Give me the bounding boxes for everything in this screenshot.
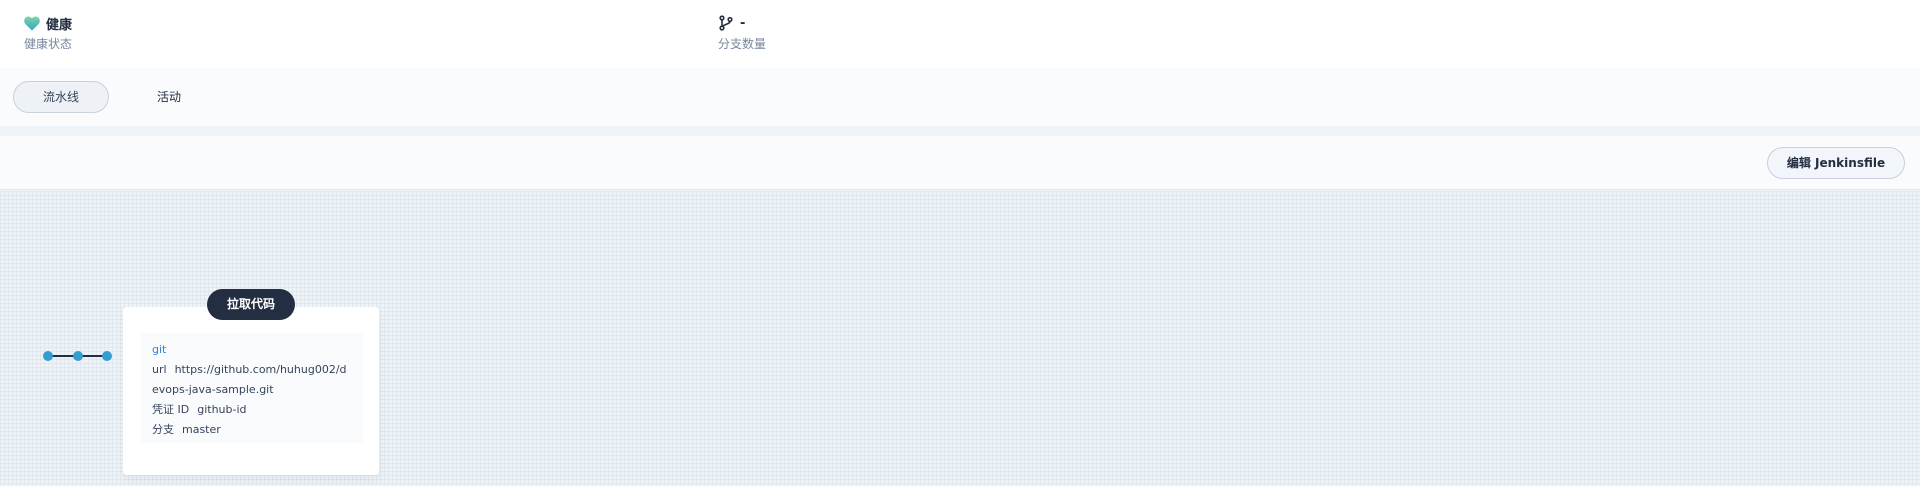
tab-bar: 流水线 活动 xyxy=(0,68,1920,126)
pipeline-canvas: 拉取代码 git url https://github.com/huhug002/… xyxy=(0,191,1920,486)
step-git[interactable]: git url https://github.com/huhug002/devop… xyxy=(141,333,363,443)
step-name[interactable]: git xyxy=(152,340,352,360)
param-value: github-id xyxy=(197,403,247,416)
end-node-dot xyxy=(102,351,112,361)
pipeline-start-connector xyxy=(43,351,112,361)
param-key: 凭证 ID xyxy=(152,403,190,416)
param-value: https://github.com/huhug002/devops-java-… xyxy=(152,363,347,396)
branch-label: 分支数量 xyxy=(718,37,767,51)
health-label: 健康状态 xyxy=(24,37,73,51)
start-node-dot xyxy=(43,351,53,361)
health-stat: 健康 健康状态 xyxy=(24,14,72,52)
stats-bar: 健康 健康状态 - 分支数量 xyxy=(0,0,1920,68)
param-key: 分支 xyxy=(152,423,174,436)
edit-jenkinsfile-button[interactable]: 编辑 Jenkinsfile xyxy=(1767,147,1905,179)
tab-activity[interactable]: 活动 xyxy=(130,81,208,113)
heart-icon xyxy=(24,16,40,31)
step-param-url: url https://github.com/huhug002/devops-ja… xyxy=(152,360,352,400)
branch-stat: - 分支数量 xyxy=(718,14,766,52)
param-value: master xyxy=(182,423,221,436)
step-param-branch: 分支 master xyxy=(152,420,352,440)
middle-node-dot xyxy=(73,351,83,361)
step-param-credential: 凭证 ID github-id xyxy=(152,400,352,420)
param-key: url xyxy=(152,363,167,376)
branch-icon xyxy=(718,15,734,31)
health-value: 健康 xyxy=(46,17,73,33)
tab-pipeline[interactable]: 流水线 xyxy=(13,81,109,113)
branch-count: - xyxy=(740,15,746,31)
pipeline-toolbar: 编辑 Jenkinsfile xyxy=(0,136,1920,190)
stage-card[interactable]: git url https://github.com/huhug002/devop… xyxy=(123,307,379,475)
stage-title[interactable]: 拉取代码 xyxy=(207,289,295,320)
